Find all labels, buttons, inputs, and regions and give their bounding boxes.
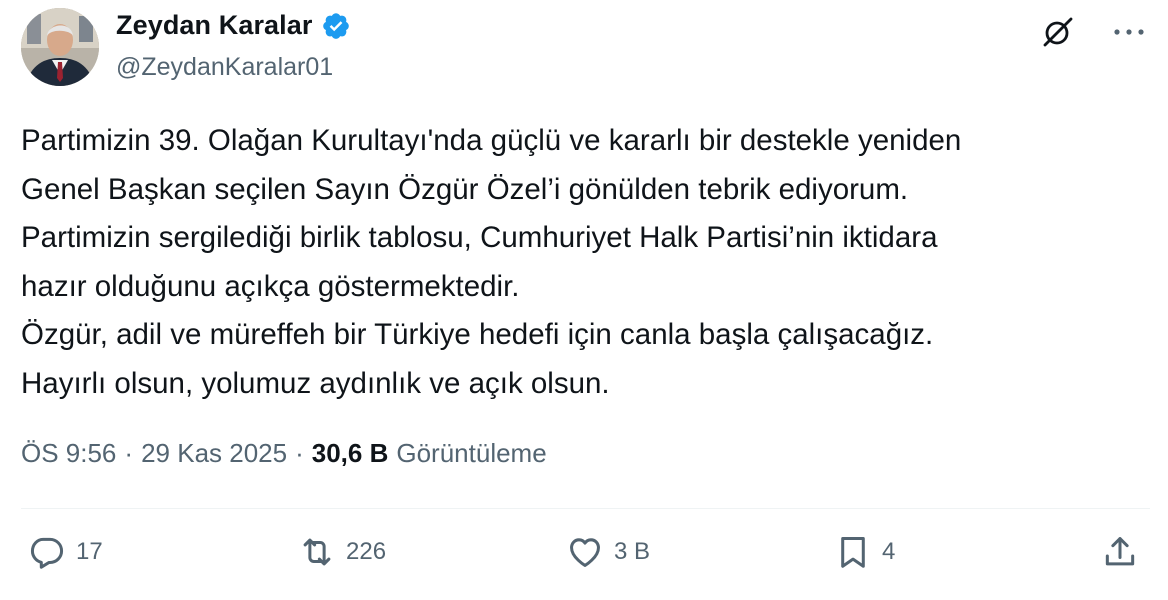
reply-count: 17 [76, 538, 103, 565]
meta-separator: · [124, 438, 134, 468]
share-button[interactable] [1101, 533, 1139, 571]
avatar[interactable] [21, 8, 99, 86]
like-count: 3 B [614, 538, 651, 565]
bookmark-count: 4 [882, 538, 896, 565]
repost-icon [303, 538, 331, 566]
like-icon [570, 538, 600, 567]
tweet-meta: ÖS 9:56 · 29 Kas 2025 · 30,6 B Görüntüle… [21, 438, 547, 469]
more-icon[interactable] [1112, 27, 1146, 37]
bookmark-button[interactable]: 4 [834, 533, 895, 571]
tweet-action-bar: 17 226 3 B 4 [0, 533, 1168, 583]
avatar-image [21, 8, 99, 86]
reply-button[interactable]: 17 [28, 533, 103, 571]
verified-badge-icon[interactable] [321, 11, 351, 41]
reply-icon [30, 537, 64, 569]
meta-separator: · [295, 438, 304, 468]
like-button[interactable]: 3 B [566, 533, 650, 571]
views-label: Görüntüleme [396, 438, 547, 468]
bookmark-icon [841, 537, 865, 568]
tweet-date[interactable]: 29 Kas 2025 [141, 438, 287, 469]
divider [21, 508, 1150, 509]
tweet-text: Partimizin 39. Olağan Kurultayı'nda güçl… [21, 124, 962, 400]
author-name[interactable]: Zeydan Karalar [116, 10, 313, 41]
repost-count: 226 [346, 538, 387, 565]
author-name-row: Zeydan Karalar [116, 10, 351, 41]
repost-button[interactable]: 226 [298, 533, 386, 571]
tweet-time[interactable]: ÖS 9:56 [21, 438, 116, 469]
tweet-top-actions [1040, 14, 1146, 50]
author-handle[interactable]: @ZeydanKaralar01 [116, 53, 333, 82]
grok-icon[interactable] [1040, 14, 1076, 50]
views-count: 30,6 B [311, 438, 389, 468]
share-icon [1105, 537, 1135, 566]
